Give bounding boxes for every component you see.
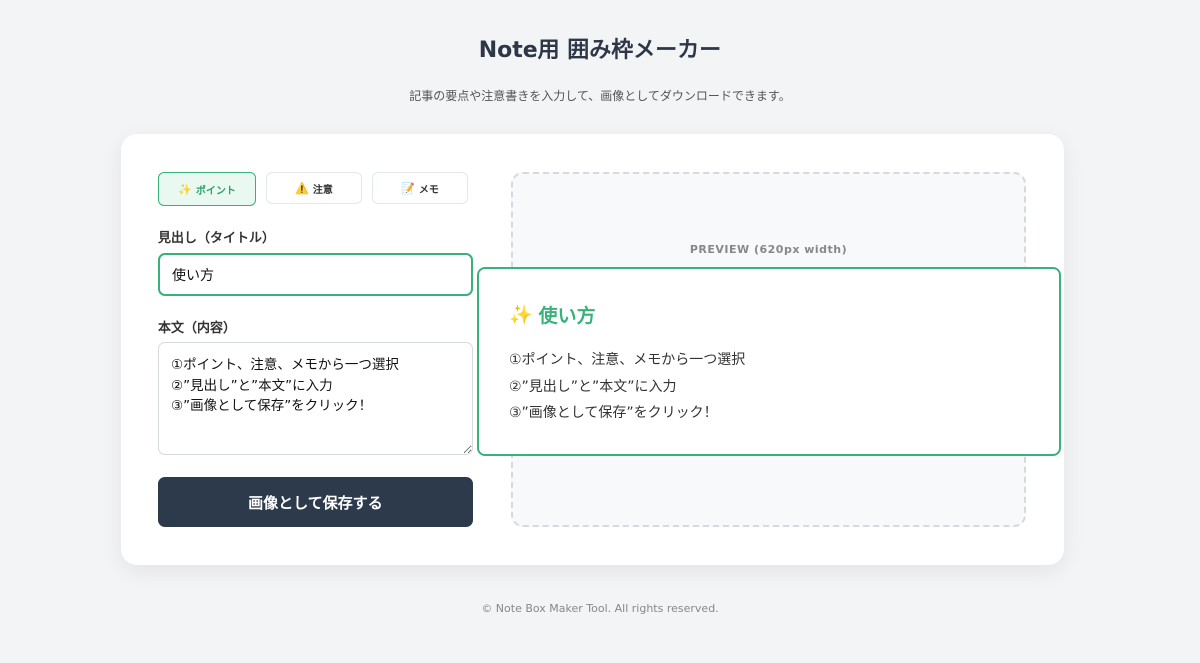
save-as-image-button[interactable]: 画像として保存する [158,477,473,527]
preview-box: ✨ 使い方 ①ポイント、注意、メモから一つ選択 ②”見出し”と”本文”に入力 ③… [477,267,1061,456]
title-field-label: 見出し（タイトル） [158,231,276,246]
tab-label: 注意 [312,184,333,196]
page-subtitle: 記事の要点や注意書きを入力して、画像としてダウンロードできます。 [409,89,791,103]
body-field-label: 本文（内容） [158,321,237,336]
tab-label: ポイント [195,185,236,197]
title-input[interactable] [158,253,473,296]
page-title: Note用 囲み枠メーカー [478,38,722,63]
type-tabs: ✨ ポイント ⚠️ 注意 📝 メモ [158,172,468,206]
sparkles-icon: ✨ [178,182,192,196]
tab-caution[interactable]: ⚠️ 注意 [266,172,362,204]
memo-icon: 📝 [401,181,415,195]
body-textarea[interactable]: ①ポイント、注意、メモから一つ選択 ②”見出し”と”本文”に入力 ③”画像として… [158,342,473,455]
preview-title-text: 使い方 [538,305,596,327]
preview-caption: PREVIEW (620px width) [689,243,848,256]
sparkles-icon: ✨ [509,304,533,326]
tab-memo[interactable]: 📝 メモ [372,172,468,204]
tab-label: メモ [418,184,439,196]
preview-box-title: ✨ 使い方 [509,301,596,328]
tab-point[interactable]: ✨ ポイント [158,172,256,206]
footer-copyright: © Note Box Maker Tool. All rights reserv… [481,602,719,615]
preview-box-body: ①ポイント、注意、メモから一つ選択 ②”見出し”と”本文”に入力 ③”画像として… [509,352,746,421]
page: Note用 囲み枠メーカー 記事の要点や注意書きを入力して、画像としてダウンロー… [0,0,1200,663]
warning-icon: ⚠️ [295,181,309,195]
